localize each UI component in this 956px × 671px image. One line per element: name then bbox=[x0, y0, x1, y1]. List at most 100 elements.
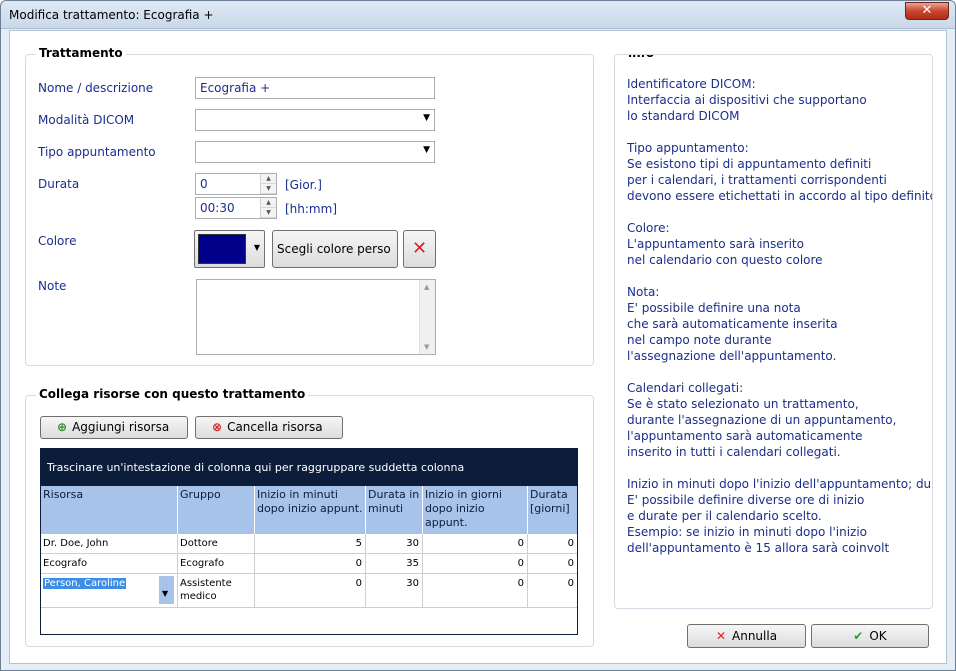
chevron-down-icon: ▼ bbox=[423, 113, 430, 123]
table-row[interactable]: Dr. Doe, John Dottore 5 30 0 0 bbox=[41, 534, 577, 554]
cell-inizio-minuti[interactable]: 0 bbox=[255, 554, 366, 573]
info-line: E' possibile definire diverse ore di ini… bbox=[627, 493, 865, 507]
modalita-dicom-select[interactable]: ▼ bbox=[195, 109, 435, 131]
cell-gruppo[interactable]: Ecografo bbox=[178, 554, 255, 573]
risorse-group-title: Collega risorse con questo trattamento bbox=[36, 387, 309, 401]
modalita-dicom-label: Modalità DICOM bbox=[38, 113, 135, 127]
cell-risorsa[interactable]: Ecografo bbox=[41, 554, 178, 573]
durata-giorni-spinner[interactable]: ▲ ▼ bbox=[260, 174, 276, 194]
info-text: Identificatore DICOM: Interfaccia ai disp… bbox=[627, 77, 932, 557]
cell-gruppo[interactable]: Assistente medico bbox=[178, 574, 255, 607]
risorse-grid[interactable]: Trascinare un'intestazione di colonna qu… bbox=[40, 448, 578, 635]
info-line: Interfaccia ai dispositivi che supportan… bbox=[627, 93, 867, 107]
scegli-colore-button[interactable]: Scegli colore perso bbox=[272, 230, 398, 268]
cell-risorsa[interactable]: Dr. Doe, John bbox=[41, 534, 178, 553]
info-line: L'appuntamento sarà inserito bbox=[627, 237, 804, 251]
column-header-gruppo[interactable]: Gruppo bbox=[178, 486, 255, 534]
cancella-risorsa-button[interactable]: ⊗ Cancella risorsa bbox=[195, 416, 343, 439]
info-line: Identificatore DICOM: bbox=[627, 77, 756, 91]
durata-giorni-input[interactable]: 0 ▲ ▼ bbox=[195, 173, 277, 195]
info-line bbox=[627, 125, 932, 141]
table-row[interactable]: Ecografo Ecografo 0 35 0 0 bbox=[41, 554, 577, 574]
info-line: Se esistono tipi di appuntamento definit… bbox=[627, 157, 872, 171]
tipo-appuntamento-select[interactable]: ▼ bbox=[195, 141, 435, 163]
annulla-button[interactable]: ✕ Annulla bbox=[687, 624, 806, 648]
note-scrollbar[interactable]: ▲ ▼ bbox=[419, 280, 435, 354]
column-header-risorsa[interactable]: Risorsa bbox=[41, 486, 178, 534]
info-line: Esempio: se inizio in minuti dopo l'iniz… bbox=[627, 525, 868, 539]
cell-inizio-giorni[interactable]: 0 bbox=[423, 574, 528, 607]
group-by-panel[interactable]: Trascinare un'intestazione di colonna qu… bbox=[41, 449, 577, 486]
column-header-inizio-minuti[interactable]: Inizio in minuti dopo inizio appunt. bbox=[255, 486, 366, 534]
cell-risorsa-editor[interactable]: Person, Caroline ▼ bbox=[41, 574, 178, 607]
cancella-risorsa-label: Cancella risorsa bbox=[227, 420, 323, 434]
note-label: Note bbox=[38, 279, 67, 293]
info-line: nel campo note durante bbox=[627, 333, 772, 347]
cell-gruppo[interactable]: Dottore bbox=[178, 534, 255, 553]
info-line: che sarà automaticamente inserita bbox=[627, 317, 838, 331]
durata-ore-spinner[interactable]: ▲ ▼ bbox=[260, 198, 276, 218]
info-line: dell'appuntamento è 15 allora sarà coinv… bbox=[627, 541, 890, 555]
nome-input[interactable]: Ecografia + bbox=[195, 77, 435, 99]
nome-value: Ecografia + bbox=[200, 81, 271, 95]
trattamento-group-title: Trattamento bbox=[36, 46, 126, 60]
cell-inizio-giorni[interactable]: 0 bbox=[423, 554, 528, 573]
column-header-inizio-giorni[interactable]: Inizio in giorni dopo inizio appunt. bbox=[423, 486, 528, 534]
ok-button[interactable]: ✔ OK bbox=[811, 624, 929, 648]
annulla-label: Annulla bbox=[732, 629, 778, 643]
aggiungi-risorsa-button[interactable]: ⊕ Aggiungi risorsa bbox=[40, 416, 188, 439]
column-header-durata-giorni[interactable]: Durata [giorni] bbox=[528, 486, 577, 534]
cell-inizio-giorni[interactable]: 0 bbox=[423, 534, 528, 553]
note-textarea[interactable]: ▲ ▼ bbox=[196, 279, 436, 355]
dialog-window: Modifica trattamento: Ecografia + ✕ Trat… bbox=[0, 0, 956, 671]
cell-durata-minuti[interactable]: 30 bbox=[366, 574, 423, 607]
info-group-title: info bbox=[625, 55, 658, 60]
info-line: durante l'assegnazione di un appuntament… bbox=[627, 413, 897, 427]
chevron-down-icon: ▼ bbox=[162, 589, 169, 598]
color-picker[interactable]: ▼ bbox=[194, 230, 265, 268]
cell-dropdown-button[interactable]: ▼ bbox=[159, 576, 174, 604]
scegli-colore-label: Scegli colore perso bbox=[277, 242, 391, 256]
info-group: info Identificatore DICOM: Interfaccia ai… bbox=[614, 54, 933, 609]
add-icon: ⊕ bbox=[57, 420, 68, 434]
nome-label: Nome / descrizione bbox=[38, 81, 154, 95]
cell-durata-minuti[interactable]: 35 bbox=[366, 554, 423, 573]
info-line: Tipo appuntamento: bbox=[627, 141, 749, 155]
info-line bbox=[627, 269, 932, 285]
cell-inizio-minuti[interactable]: 0 bbox=[255, 574, 366, 607]
cell-durata-giorni[interactable]: 0 bbox=[528, 574, 577, 607]
close-icon: ✕ bbox=[715, 629, 726, 643]
info-line bbox=[627, 205, 932, 221]
info-line: l'assegnazione dell'appuntamento. bbox=[627, 349, 837, 363]
info-line: devono essere etichettati in accordo al … bbox=[627, 189, 932, 203]
delete-icon: ⊗ bbox=[212, 420, 223, 434]
cell-risorsa[interactable]: Person, Caroline bbox=[43, 578, 127, 589]
cell-durata-giorni[interactable]: 0 bbox=[528, 534, 577, 553]
info-line: e durate per il calendario scelto. bbox=[627, 509, 822, 523]
durata-label: Durata bbox=[38, 177, 80, 191]
info-line: E' possibile definire una nota bbox=[627, 301, 801, 315]
chevron-down-icon: ▼ bbox=[253, 243, 260, 252]
column-header-durata-minuti[interactable]: Durata in minuti bbox=[366, 486, 423, 534]
aggiungi-risorsa-label: Aggiungi risorsa bbox=[72, 420, 170, 434]
cell-durata-giorni[interactable]: 0 bbox=[528, 554, 577, 573]
chevron-down-icon: ▼ bbox=[423, 145, 430, 155]
dialog-body: Trattamento Nome / descrizione Ecografia… bbox=[9, 30, 947, 664]
close-icon: ✕ bbox=[411, 238, 428, 259]
info-line: Se è stato selezionato un trattamento, bbox=[627, 397, 859, 411]
info-line bbox=[627, 461, 932, 477]
info-line: nel calendario con questo colore bbox=[627, 253, 823, 267]
cell-inizio-minuti[interactable]: 5 bbox=[255, 534, 366, 553]
close-button[interactable]: ✕ bbox=[905, 2, 949, 20]
color-swatch bbox=[198, 234, 246, 264]
info-line: inserito in tutti i calendari collegati. bbox=[627, 445, 841, 459]
colore-label: Colore bbox=[38, 234, 77, 248]
cell-durata-minuti[interactable]: 30 bbox=[366, 534, 423, 553]
info-line: Colore: bbox=[627, 221, 670, 235]
durata-ore-input[interactable]: 00:30 ▲ ▼ bbox=[195, 197, 277, 219]
info-line: Nota: bbox=[627, 285, 660, 299]
clear-color-button[interactable]: ✕ bbox=[403, 230, 436, 268]
scroll-up-icon: ▲ bbox=[424, 283, 430, 291]
table-row[interactable]: Person, Caroline ▼ Assistente medico 0 3… bbox=[41, 574, 577, 608]
title-bar: Modifica trattamento: Ecografia + ✕ bbox=[1, 1, 955, 29]
